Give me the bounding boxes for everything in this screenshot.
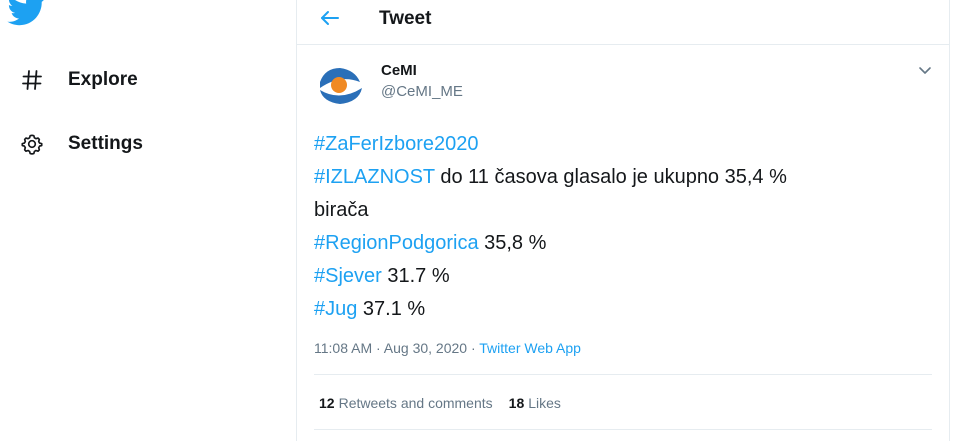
likes-stat[interactable]: 18 Likes xyxy=(509,395,561,411)
author-handle[interactable]: @CeMI_ME xyxy=(381,83,463,100)
sidebar: Explore Settings xyxy=(0,0,296,441)
hashtag-link[interactable]: #RegionPodgorica xyxy=(314,232,479,254)
twitter-bird-icon[interactable] xyxy=(5,0,49,26)
tweet-stats: 12 Retweets and comments 18 Likes xyxy=(319,395,561,411)
divider xyxy=(314,429,932,430)
gear-icon xyxy=(20,132,44,156)
page-header: Tweet xyxy=(297,0,949,45)
timestamp[interactable]: 11:08 AM · Aug 30, 2020 · xyxy=(314,340,479,356)
chevron-down-icon[interactable] xyxy=(917,62,933,78)
author-name[interactable]: CeMI xyxy=(381,62,417,79)
divider xyxy=(314,374,932,375)
sidebar-item-settings[interactable]: Settings xyxy=(20,124,143,164)
tweet-text: #ZaFerIzbore2020 #IZLAZNOST do 11 časova… xyxy=(314,128,934,326)
tweet-text-segment: 35,8 % xyxy=(478,232,547,254)
tweet-text-segment: 37.1 % xyxy=(357,298,426,320)
tweet-column: Tweet CeMI @CeMI_ME #ZaFerIzbore2020 #IZ… xyxy=(296,0,950,441)
avatar[interactable] xyxy=(315,60,365,110)
hashtag-link[interactable]: #Sjever xyxy=(314,265,382,287)
likes-label: Likes xyxy=(528,395,561,411)
retweets-stat[interactable]: 12 Retweets and comments xyxy=(319,395,493,411)
retweets-count: 12 xyxy=(319,395,335,411)
sidebar-item-explore[interactable]: Explore xyxy=(20,60,138,100)
hashtag-link[interactable]: #IZLAZNOST xyxy=(314,166,435,188)
tweet-meta: 11:08 AM · Aug 30, 2020 · Twitter Web Ap… xyxy=(314,340,581,356)
tweet-text-segment: birača xyxy=(314,199,369,221)
hashtag-link[interactable]: #ZaFerIzbore2020 xyxy=(314,133,479,155)
likes-count: 18 xyxy=(508,395,525,411)
sidebar-item-label: Settings xyxy=(68,133,143,154)
arrow-left-icon[interactable] xyxy=(319,7,341,29)
hashtag-icon xyxy=(20,68,44,92)
source-link[interactable]: Twitter Web App xyxy=(479,340,581,356)
hashtag-link[interactable]: #Jug xyxy=(314,298,357,320)
sidebar-item-label: Explore xyxy=(68,69,138,90)
page-title: Tweet xyxy=(379,8,432,29)
tweet-text-segment: 31.7 % xyxy=(381,265,450,287)
tweet-text-segment: do 11 časova glasalo je ukupno 35,4 % xyxy=(434,166,787,188)
retweets-label: Retweets and comments xyxy=(338,395,493,411)
